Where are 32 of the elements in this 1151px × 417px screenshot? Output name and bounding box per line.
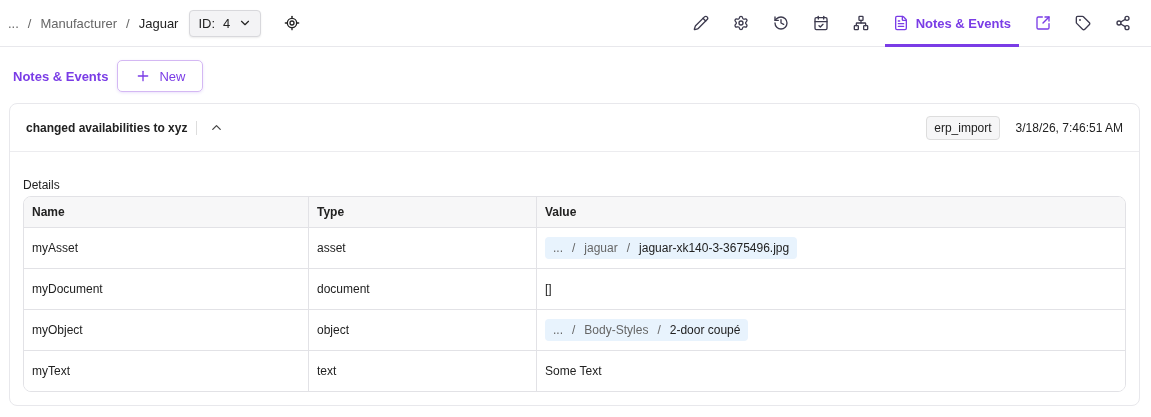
share-icon	[1115, 15, 1131, 31]
history-icon	[772, 15, 789, 31]
table-cell-text: myAsset	[31, 240, 79, 257]
path-chip[interactable]: ... / Body-Styles / 2-door coupé	[545, 319, 749, 341]
breadcrumb-item[interactable]: Jaguar	[138, 15, 179, 31]
toolbar-tab[interactable]: Notes & Events	[884, 0, 1019, 47]
breadcrumb-separator: /	[27, 15, 32, 31]
column-header: Name	[31, 204, 66, 221]
note-title: changed availabilities to xyz	[26, 120, 198, 135]
new-button[interactable]: New	[117, 60, 204, 92]
section-title: Notes & Events	[13, 68, 109, 84]
user-tag: erp_import	[926, 115, 1000, 140]
pencil-icon	[692, 15, 709, 31]
path-chip[interactable]: ... / jaguar / jaguar-xk140-3-3675496.jpg	[545, 237, 798, 259]
hierarchy-icon	[852, 15, 869, 31]
table-cell-text: myObject	[31, 322, 84, 339]
table-cell-text: myDocument	[31, 281, 104, 298]
details-label: Details	[23, 178, 61, 192]
breadcrumb-item[interactable]: Manufacturer	[40, 15, 118, 31]
settings-icon	[732, 15, 749, 31]
locate-icon[interactable]	[284, 15, 301, 31]
document-icon	[892, 15, 909, 31]
id-select[interactable]: ID: 4	[189, 9, 262, 37]
external-link-icon	[1035, 15, 1051, 31]
note-date: 3/18/26, 7:46:51 AM	[1015, 120, 1123, 135]
table-cell-text: myText	[31, 363, 71, 380]
breadcrumb-item[interactable]: ...	[8, 15, 19, 31]
breadcrumb-separator: /	[126, 15, 130, 31]
table-cell: Some Text	[536, 351, 1125, 391]
table-cell: text	[308, 351, 536, 391]
calendar-icon	[812, 15, 829, 31]
tag-icon	[1075, 15, 1091, 31]
